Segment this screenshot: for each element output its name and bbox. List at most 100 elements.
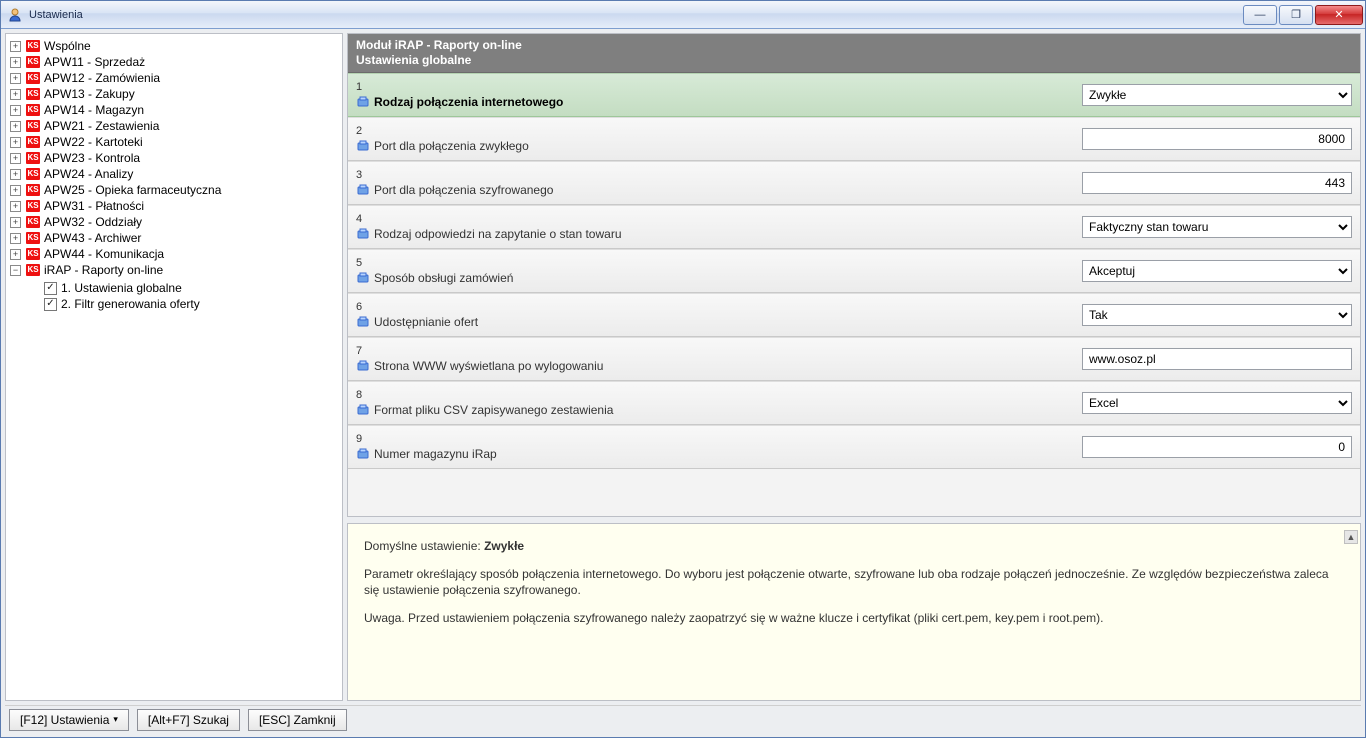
- setting-row[interactable]: 3Port dla połączenia szyfrowanego: [348, 161, 1360, 205]
- expand-icon[interactable]: +: [10, 137, 21, 148]
- setting-icon: [356, 403, 370, 417]
- setting-row[interactable]: 6 Udostępnianie ofert Tak: [348, 293, 1360, 337]
- tree-item[interactable]: +KSAPW32 - Oddziały: [10, 214, 342, 230]
- setting-label-area: 8Format pliku CSV zapisywanego zestawien…: [356, 389, 1074, 417]
- setting-row[interactable]: 2Port dla połączenia zwykłego: [348, 117, 1360, 161]
- setting-row[interactable]: 1Rodzaj połączenia internetowegoZwykłe: [348, 73, 1360, 117]
- tree-item[interactable]: +KSAPW43 - Archiwer: [10, 230, 342, 246]
- setting-icon: [356, 271, 370, 285]
- setting-label: Port dla połączenia szyfrowanego: [374, 183, 553, 197]
- setting-input[interactable]: [1082, 128, 1352, 150]
- setting-input[interactable]: [1082, 436, 1352, 458]
- module-header: Moduł iRAP - Raporty on-line Ustawienia …: [348, 34, 1360, 73]
- expand-icon[interactable]: +: [10, 121, 21, 132]
- setting-input[interactable]: [1082, 348, 1352, 370]
- setting-number: 2: [356, 125, 1074, 137]
- expand-icon[interactable]: +: [10, 57, 21, 68]
- expand-icon[interactable]: +: [10, 105, 21, 116]
- setting-row[interactable]: 4Rodzaj odpowiedzi na zapytanie o stan t…: [348, 205, 1360, 249]
- setting-input-wrap: Zwykłe: [1082, 84, 1352, 106]
- check-icon: ✓: [44, 282, 57, 295]
- expand-icon[interactable]: +: [10, 233, 21, 244]
- setting-row[interactable]: 5Sposób obsługi zamówieńAkceptuj: [348, 249, 1360, 293]
- tree-item[interactable]: +KSAPW31 - Płatności: [10, 198, 342, 214]
- setting-icon: [356, 95, 370, 109]
- tree-subitem-label: 2. Filtr generowania oferty: [61, 296, 200, 312]
- setting-label: Sposób obsługi zamówień: [374, 271, 513, 285]
- setting-icon: [356, 447, 370, 461]
- expand-icon[interactable]: +: [10, 201, 21, 212]
- tree-item-label: APW23 - Kontrola: [44, 150, 140, 166]
- expand-icon[interactable]: +: [10, 89, 21, 100]
- tree-item[interactable]: +KSAPW13 - Zakupy: [10, 86, 342, 102]
- tree-subitem[interactable]: ✓1. Ustawienia globalne: [28, 280, 342, 296]
- setting-row[interactable]: 9Numer magazynu iRap: [348, 425, 1360, 469]
- setting-row[interactable]: 7Strona WWW wyświetlana po wylogowaniu: [348, 337, 1360, 381]
- minimize-button[interactable]: —: [1243, 5, 1277, 25]
- scroll-up-icon[interactable]: ▲: [1344, 530, 1358, 544]
- setting-label: Rodzaj połączenia internetowego: [374, 95, 563, 109]
- setting-select[interactable]: Excel: [1082, 392, 1352, 414]
- tree-item[interactable]: +KSAPW21 - Zestawienia: [10, 118, 342, 134]
- setting-number: 6: [356, 301, 1074, 313]
- tree-item[interactable]: +KSAPW24 - Analizy: [10, 166, 342, 182]
- tree-item[interactable]: +KSAPW12 - Zamówienia: [10, 70, 342, 86]
- setting-label: Udostępnianie ofert: [374, 315, 478, 329]
- expand-icon[interactable]: +: [10, 153, 21, 164]
- help-default-value: Zwykłe: [484, 539, 524, 553]
- setting-select[interactable]: Tak: [1082, 304, 1352, 326]
- tree-item[interactable]: + KS APW23 - Kontrola: [10, 150, 342, 166]
- setting-select[interactable]: Faktyczny stan towaru: [1082, 216, 1352, 238]
- setting-label-area: 6 Udostępnianie ofert: [356, 301, 1074, 329]
- setting-label: Format pliku CSV zapisywanego zestawieni…: [374, 403, 613, 417]
- tree-item[interactable]: + KS APW14 - Magazyn: [10, 102, 342, 118]
- ks-icon: KS: [26, 136, 40, 148]
- setting-input-wrap: [1082, 128, 1352, 150]
- minimize-icon: —: [1255, 9, 1266, 21]
- expand-icon[interactable]: +: [10, 169, 21, 180]
- tree-item[interactable]: +KSAPW22 - Kartoteki: [10, 134, 342, 150]
- setting-select[interactable]: Akceptuj: [1082, 260, 1352, 282]
- tree-item-label: APW32 - Oddziały: [44, 214, 142, 230]
- setting-icon: [356, 139, 370, 153]
- ks-icon: KS: [26, 152, 40, 164]
- setting-number: 7: [356, 345, 1074, 357]
- help-default-line: Domyślne ustawienie: Zwykłe: [364, 538, 1344, 554]
- setting-input-wrap: [1082, 436, 1352, 458]
- maximize-button[interactable]: ❐: [1279, 5, 1313, 25]
- tree-item[interactable]: +KSAPW25 - Opieka farmaceutyczna: [10, 182, 342, 198]
- app-icon: [7, 7, 23, 23]
- tree-item-label: APW14 - Magazyn: [44, 102, 144, 118]
- tree-item[interactable]: + KS Wspólne: [10, 38, 342, 54]
- setting-input[interactable]: [1082, 172, 1352, 194]
- setting-label-area: 7Strona WWW wyświetlana po wylogowaniu: [356, 345, 1074, 373]
- expand-icon[interactable]: +: [10, 41, 21, 52]
- footer-close-button[interactable]: [ESC] Zamknij: [248, 709, 347, 731]
- ks-icon: KS: [26, 120, 40, 132]
- collapse-icon[interactable]: −: [10, 265, 21, 276]
- tree-item-expanded[interactable]: −KSiRAP - Raporty on-line✓1. Ustawienia …: [10, 262, 342, 312]
- setting-label-area: 9Numer magazynu iRap: [356, 433, 1074, 461]
- ks-icon: KS: [26, 104, 40, 116]
- tree-item-label: APW13 - Zakupy: [44, 86, 135, 102]
- tree-subitem[interactable]: ✓2. Filtr generowania oferty: [28, 296, 342, 312]
- ks-icon: KS: [26, 40, 40, 52]
- tree-item[interactable]: +KSAPW11 - Sprzedaż: [10, 54, 342, 70]
- close-button[interactable]: ✕: [1315, 5, 1363, 25]
- setting-input-wrap: Excel: [1082, 392, 1352, 414]
- ks-icon: KS: [26, 72, 40, 84]
- expand-icon[interactable]: +: [10, 249, 21, 260]
- setting-row[interactable]: 8Format pliku CSV zapisywanego zestawien…: [348, 381, 1360, 425]
- setting-input-wrap: [1082, 348, 1352, 370]
- footer-settings-button[interactable]: [F12] Ustawienia ▾: [9, 709, 129, 731]
- titlebar: Ustawienia — ❐ ✕: [1, 1, 1365, 29]
- tree-item[interactable]: +KSAPW44 - Komunikacja: [10, 246, 342, 262]
- client-area: +KSWspólne+KSAPW11 - Sprzedaż+KSAPW12 - …: [1, 29, 1365, 737]
- setting-select[interactable]: Zwykłe: [1082, 84, 1352, 106]
- expand-icon[interactable]: +: [10, 185, 21, 196]
- tree-item-label: Wspólne: [44, 38, 91, 54]
- expand-icon[interactable]: +: [10, 73, 21, 84]
- nav-tree[interactable]: +KSWspólne+KSAPW11 - Sprzedaż+KSAPW12 - …: [5, 33, 343, 701]
- expand-icon[interactable]: +: [10, 217, 21, 228]
- footer-search-button[interactable]: [Alt+F7] Szukaj: [137, 709, 240, 731]
